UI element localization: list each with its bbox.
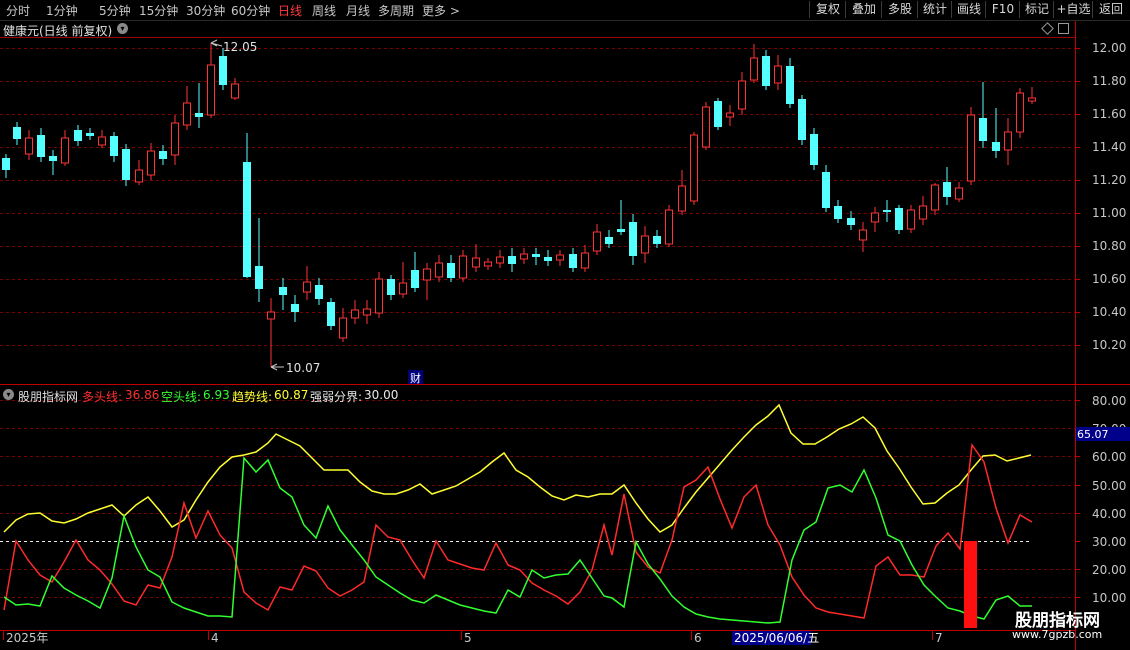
top-toolbar: 分时 1分钟 5分钟 15分钟 30分钟 60分钟 日线 周线 月线 多周期 更… [0,0,1130,21]
indicator-tick: 20.00 [1092,563,1126,577]
short-line [3,456,1032,624]
financial-event-label: 财 [410,371,421,385]
financial-event-marker [408,370,423,384]
indicator-tick: 40.00 [1092,507,1126,521]
current-value-box [1076,427,1130,441]
high-arrow-icon [210,39,223,47]
f10-button[interactable]: F10 [985,1,1020,18]
trend-line-value: 60.87 [274,388,309,402]
low-arrow-icon [270,363,284,371]
indicator-tick: 60.00 [1092,450,1126,464]
selected-date-label: 2025/06/06/五 [734,631,819,645]
price-tick: 10.40 [1092,305,1126,319]
restore-rights-button[interactable]: 复权 [809,1,846,18]
maximize-icon[interactable] [1058,23,1069,34]
date-label: 7 [935,631,943,645]
price-tick: 12.00 [1092,41,1126,55]
price-tick: 11.40 [1092,140,1126,154]
price-tick: 11.20 [1092,173,1126,187]
stock-title[interactable]: 健康元(日线 前复权) [3,22,112,39]
indicator-tick: 30.00 [1092,535,1126,549]
boundary-value: 30.00 [364,388,399,402]
current-value-label: 65.07 [1077,428,1109,441]
indicator-tick: 10.00 [1092,591,1126,605]
trend-line-label: 趋势线: [232,390,273,404]
date-label: 6 [694,631,702,645]
period-tab-daily[interactable]: 日线 [278,2,302,19]
chevron-down-icon[interactable]: ▾ [3,389,14,400]
high-price-label: 12.05 [223,40,257,54]
price-tick: 11.00 [1092,206,1126,220]
multi-stock-button[interactable]: 多股 [881,1,918,18]
statistics-button[interactable]: 统计 [917,1,952,18]
period-tab-15min[interactable]: 15分钟 [139,2,178,19]
price-tick: 10.60 [1092,272,1126,286]
price-tick: 10.20 [1092,338,1126,352]
period-tab-multi[interactable]: 多周期 [378,2,414,19]
signal-bar [964,541,977,628]
boundary-label: 强弱分界: [310,390,363,404]
period-tab-1min[interactable]: 1分钟 [46,2,78,19]
period-tab-weekly[interactable]: 周线 [312,2,336,19]
period-tab-more[interactable]: 更多 > [422,2,460,19]
overlay-button[interactable]: 叠加 [845,1,882,18]
period-tab-monthly[interactable]: 月线 [346,2,370,19]
indicator-title-row: ▾ 股朋指标网 多头线: 36.86 空头线: 6.93 趋势线: 60.87 … [0,387,1070,405]
main-chart-title-row: 健康元(日线 前复权) ▾ [0,21,1070,39]
price-tick: 11.60 [1092,107,1126,121]
mark-button[interactable]: 标记 [1019,1,1054,18]
watermark-url: www.7gpzb.com [1012,628,1103,641]
long-line [3,442,1033,619]
add-watchlist-button[interactable]: +自选 [1053,1,1093,18]
period-tab-intraday[interactable]: 分时 [6,2,30,19]
price-tick: 11.80 [1092,74,1126,88]
draw-line-button[interactable]: 画线 [951,1,986,18]
stock-chart[interactable]: 12.00 11.80 11.60 11.40 11.20 11.00 10.8… [0,0,1130,650]
short-line-label: 空头线: [161,390,202,404]
chevron-down-icon[interactable]: ▾ [117,23,128,34]
indicator-tick: 50.00 [1092,479,1126,493]
period-tab-60min[interactable]: 60分钟 [231,2,270,19]
trend-line [3,403,1032,533]
long-line-label: 多头线: [82,390,123,404]
price-tick: 10.80 [1092,239,1126,253]
period-tab-30min[interactable]: 30分钟 [186,2,225,19]
date-label: 2025年 [6,631,49,645]
date-label: 5 [464,631,472,645]
selected-date-box [732,631,811,645]
long-line-value: 36.86 [125,388,160,402]
period-tab-5min[interactable]: 5分钟 [99,2,131,19]
date-label: 4 [211,631,219,645]
low-price-label: 10.07 [286,361,320,375]
indicator-tick: 70.00 [1092,422,1126,436]
short-line-value: 6.93 [203,388,230,402]
indicator-tick: 80.00 [1092,394,1126,408]
indicator-name[interactable]: 股朋指标网 [18,388,78,405]
back-button[interactable]: 返回 [1092,1,1129,18]
